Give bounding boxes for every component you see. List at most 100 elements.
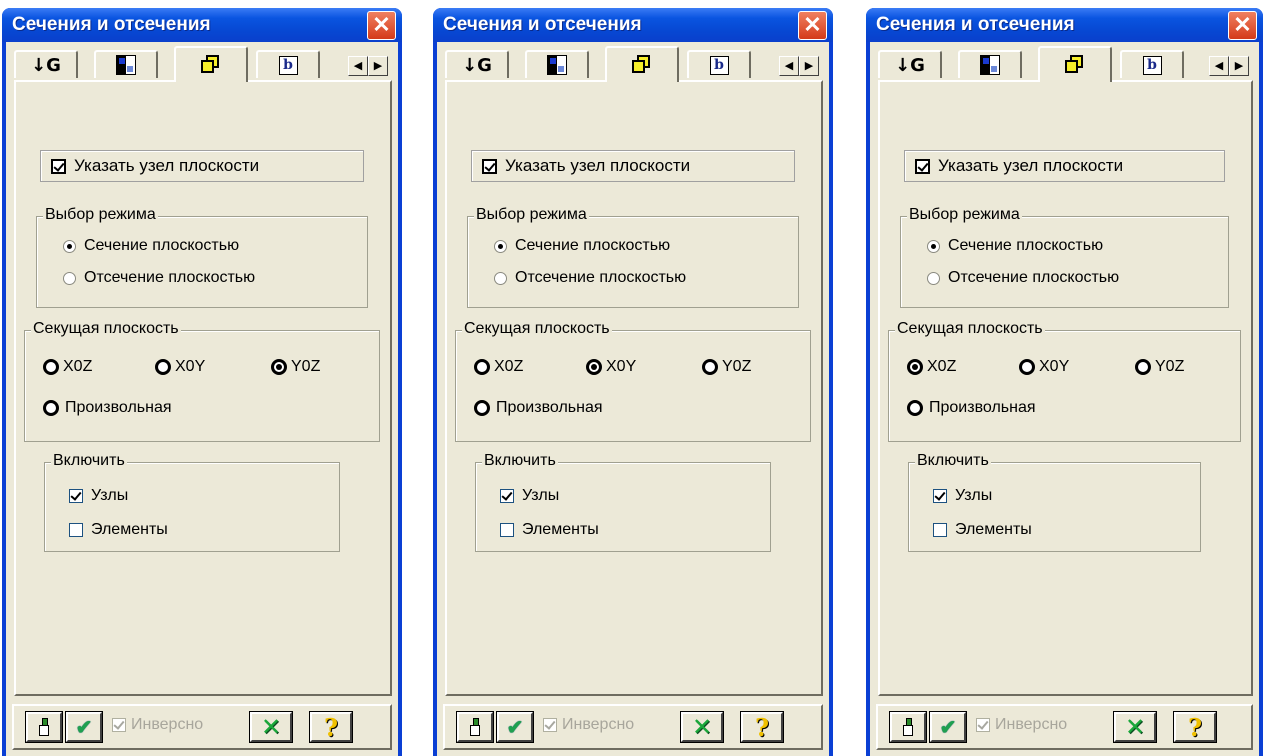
close-button[interactable]: ✕ bbox=[1228, 11, 1257, 40]
help-button[interactable]: ? bbox=[1173, 711, 1217, 743]
plane-yoz-radio[interactable] bbox=[1135, 359, 1151, 375]
enable-elements-checkbox[interactable] bbox=[933, 523, 947, 537]
inverse-checkbox[interactable] bbox=[976, 718, 990, 732]
mode-section-option[interactable]: Сечение плоскостью bbox=[63, 237, 239, 255]
plane-yoz-option[interactable]: Y0Z bbox=[702, 358, 751, 376]
title-bar[interactable]: Сечения и отсечения ✕ bbox=[866, 8, 1263, 42]
mode-clip-radio[interactable] bbox=[494, 271, 507, 285]
tab-fragment[interactable]: b bbox=[1120, 50, 1184, 78]
plane-xoy-radio[interactable] bbox=[1019, 359, 1035, 375]
bottom-toolbar: ✔ Инверсно ✕ ? bbox=[443, 704, 823, 750]
mode-clip-radio[interactable] bbox=[927, 271, 940, 285]
enable-elements-option[interactable]: Элементы bbox=[933, 521, 1032, 539]
tab-scroll-left-icon[interactable]: ◀ bbox=[1209, 56, 1229, 76]
pick-node-checkbox[interactable] bbox=[482, 158, 497, 174]
mode-clip-option[interactable]: Отсечение плоскостью bbox=[494, 269, 686, 287]
enable-elements-option[interactable]: Элементы bbox=[69, 521, 168, 539]
tab-scroll-left-icon[interactable]: ◀ bbox=[348, 56, 368, 76]
plane-xoz-option[interactable]: X0Z bbox=[474, 358, 523, 376]
plane-xoy-option[interactable]: X0Y bbox=[155, 358, 205, 376]
color-button[interactable] bbox=[889, 711, 927, 743]
pick-node-checkbox[interactable] bbox=[51, 158, 66, 174]
title-bar[interactable]: Сечения и отсечения ✕ bbox=[433, 8, 833, 42]
plane-yoz-radio[interactable] bbox=[702, 359, 718, 375]
enable-elements-option[interactable]: Элементы bbox=[500, 521, 599, 539]
enable-nodes-checkbox[interactable] bbox=[69, 489, 83, 503]
tab-display[interactable] bbox=[94, 50, 158, 78]
plane-arbitrary-option[interactable]: Произвольная bbox=[474, 399, 603, 417]
window-title: Сечения и отсечения bbox=[443, 14, 642, 35]
enable-nodes-option[interactable]: Узлы bbox=[500, 487, 559, 505]
mode-section-radio[interactable] bbox=[927, 239, 940, 253]
help-button[interactable]: ? bbox=[309, 711, 353, 743]
tab-sections[interactable] bbox=[1038, 46, 1112, 82]
plane-yoz-option[interactable]: Y0Z bbox=[1135, 358, 1184, 376]
tab-sections[interactable] bbox=[174, 46, 248, 82]
apply-button[interactable]: ✔ bbox=[65, 711, 103, 743]
mode-clip-option[interactable]: Отсечение плоскостью bbox=[927, 269, 1119, 287]
mode-section-option[interactable]: Сечение плоскостью bbox=[494, 237, 670, 255]
enable-elements-checkbox[interactable] bbox=[69, 523, 83, 537]
inverse-option[interactable]: Инверсно bbox=[543, 716, 634, 734]
pick-node-checkbox[interactable] bbox=[915, 158, 930, 174]
inverse-checkbox[interactable] bbox=[112, 718, 126, 732]
enable-nodes-option[interactable]: Узлы bbox=[933, 487, 992, 505]
tab-scroll-right-icon[interactable]: ▶ bbox=[799, 56, 819, 76]
plane-yoz-radio[interactable] bbox=[271, 359, 287, 375]
tab-loads[interactable]: ↓G bbox=[878, 50, 942, 78]
enable-elements-checkbox[interactable] bbox=[500, 523, 514, 537]
mode-section-option[interactable]: Сечение плоскостью bbox=[927, 237, 1103, 255]
tab-scroll-left-icon[interactable]: ◀ bbox=[779, 56, 799, 76]
plane-xoz-option[interactable]: X0Z bbox=[43, 358, 92, 376]
plane-xoy-option[interactable]: X0Y bbox=[586, 358, 636, 376]
inverse-checkbox[interactable] bbox=[543, 718, 557, 732]
plane-xoz-radio[interactable] bbox=[43, 359, 59, 375]
pick-node-checkbox-frame[interactable]: Указать узел плоскости bbox=[40, 150, 364, 182]
tab-display[interactable] bbox=[525, 50, 589, 78]
mode-section-radio[interactable] bbox=[63, 239, 76, 253]
tab-fragment[interactable]: b bbox=[687, 50, 751, 78]
plane-xoy-radio[interactable] bbox=[586, 359, 602, 375]
tab-sections[interactable] bbox=[605, 46, 679, 82]
enable-nodes-checkbox[interactable] bbox=[500, 489, 514, 503]
plane-xoy-option[interactable]: X0Y bbox=[1019, 358, 1069, 376]
tab-display[interactable] bbox=[958, 50, 1022, 78]
apply-button[interactable]: ✔ bbox=[496, 711, 534, 743]
tab-loads[interactable]: ↓G bbox=[445, 50, 509, 78]
plane-xoz-option[interactable]: X0Z bbox=[907, 358, 956, 376]
tab-scroll-right-icon[interactable]: ▶ bbox=[1229, 56, 1249, 76]
cancel-button[interactable]: ✕ bbox=[680, 711, 724, 743]
cancel-button[interactable]: ✕ bbox=[249, 711, 293, 743]
plane-arbitrary-radio[interactable] bbox=[907, 400, 923, 416]
plane-arbitrary-option[interactable]: Произвольная bbox=[43, 399, 172, 417]
tab-scroll-right-icon[interactable]: ▶ bbox=[368, 56, 388, 76]
inverse-option[interactable]: Инверсно bbox=[976, 716, 1067, 734]
mode-section-radio[interactable] bbox=[494, 239, 507, 253]
plane-xoy-radio[interactable] bbox=[155, 359, 171, 375]
close-button[interactable]: ✕ bbox=[367, 11, 396, 40]
tab-loads[interactable]: ↓G bbox=[14, 50, 78, 78]
pick-node-checkbox-frame[interactable]: Указать узел плоскости bbox=[904, 150, 1225, 182]
apply-button[interactable]: ✔ bbox=[929, 711, 967, 743]
dialog-client-area: ↓G b ◀ ▶ Указать узел плоскости Выбор ре… bbox=[437, 42, 829, 756]
pick-node-checkbox-frame[interactable]: Указать узел плоскости bbox=[471, 150, 795, 182]
mode-clip-option[interactable]: Отсечение плоскостью bbox=[63, 269, 255, 287]
plane-arbitrary-option[interactable]: Произвольная bbox=[907, 399, 1036, 417]
tab-scroll: ◀ ▶ bbox=[348, 56, 392, 76]
title-bar[interactable]: Сечения и отсечения ✕ bbox=[2, 8, 402, 42]
plane-yoz-option[interactable]: Y0Z bbox=[271, 358, 320, 376]
close-button[interactable]: ✕ bbox=[798, 11, 827, 40]
inverse-option[interactable]: Инверсно bbox=[112, 716, 203, 734]
plane-xoz-radio[interactable] bbox=[474, 359, 490, 375]
help-button[interactable]: ? bbox=[740, 711, 784, 743]
plane-arbitrary-radio[interactable] bbox=[43, 400, 59, 416]
enable-nodes-option[interactable]: Узлы bbox=[69, 487, 128, 505]
tab-fragment[interactable]: b bbox=[256, 50, 320, 78]
enable-nodes-checkbox[interactable] bbox=[933, 489, 947, 503]
color-button[interactable] bbox=[25, 711, 63, 743]
color-button[interactable] bbox=[456, 711, 494, 743]
plane-arbitrary-radio[interactable] bbox=[474, 400, 490, 416]
cancel-button[interactable]: ✕ bbox=[1113, 711, 1157, 743]
plane-xoz-radio[interactable] bbox=[907, 359, 923, 375]
mode-clip-radio[interactable] bbox=[63, 271, 76, 285]
